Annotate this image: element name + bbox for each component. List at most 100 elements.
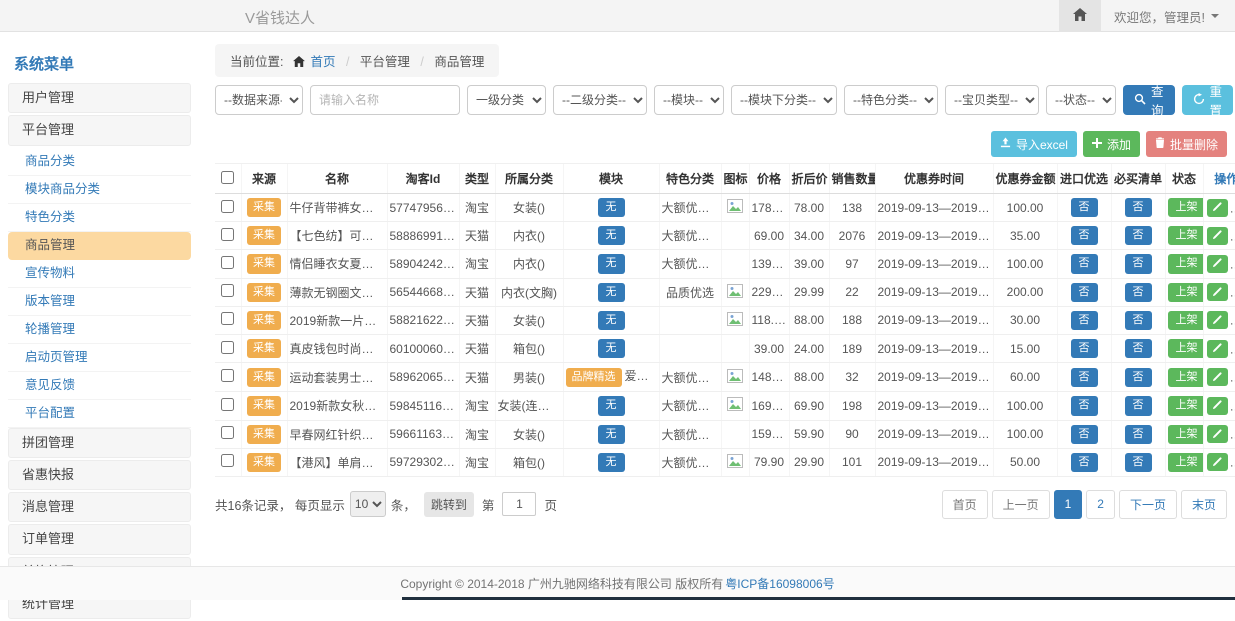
edit-icon (1212, 256, 1223, 271)
edit-icon (1212, 228, 1223, 243)
sales-count: 2076 (829, 222, 875, 250)
sidebar-item-sub[interactable]: 轮播管理 (8, 316, 191, 344)
edit-button[interactable] (1207, 425, 1228, 443)
breadcrumb-home-link[interactable]: 首页 (310, 55, 335, 69)
filter-select[interactable]: --模块-- (654, 85, 724, 115)
add-button[interactable]: 添加 (1083, 131, 1140, 157)
pagination-summary: 共16条记录， 每页显示 10 条， 跳转到 第 页 (215, 491, 557, 517)
product-name: 真皮钱包时尚优雅女士... (287, 334, 387, 362)
column-header: 折后价 (789, 164, 829, 194)
page-button[interactable]: 下一页 (1119, 490, 1177, 519)
filter-select[interactable]: --二级分类-- (553, 85, 647, 115)
import-excel-button[interactable]: 导入excel (991, 131, 1077, 157)
must-buy-badge: 否 (1125, 254, 1152, 273)
row-checkbox[interactable] (221, 312, 234, 325)
jump-page-input[interactable] (502, 492, 536, 516)
row-checkbox[interactable] (221, 369, 234, 382)
coupon-amount: 35.00 (993, 222, 1057, 250)
sidebar-item-sub[interactable]: 版本管理 (8, 288, 191, 316)
price: 178.00 (749, 194, 789, 222)
module-badge: 无 (598, 198, 625, 217)
discount-price: 29.90 (789, 448, 829, 476)
batch-delete-button[interactable]: 批量删除 (1146, 131, 1227, 157)
status-badge: 上架 (1168, 368, 1204, 387)
edit-button[interactable] (1207, 283, 1228, 301)
per-page-select[interactable]: 10 (350, 491, 386, 517)
product-name: 运动套装男士卫衣初秋... (287, 363, 387, 392)
sidebar-item-sub[interactable]: 意见反馈 (8, 372, 191, 400)
home-icon (293, 56, 305, 70)
filter-select[interactable]: 一级分类 (467, 85, 546, 115)
shop-type: 天猫 (459, 222, 495, 250)
sidebar-item-group[interactable]: 用户管理 (8, 83, 191, 113)
sidebar-item-sub[interactable]: 特色分类 (8, 204, 191, 232)
status-badge: 上架 (1168, 396, 1204, 415)
row-checkbox[interactable] (221, 454, 234, 467)
module-badge: 无 (598, 254, 625, 273)
row-checkbox[interactable] (221, 256, 234, 269)
coupon-amount: 30.00 (993, 306, 1057, 334)
row-checkbox[interactable] (221, 228, 234, 241)
icp-link[interactable]: 粤ICP备16098006号 (725, 575, 834, 592)
filter-select[interactable]: --数据来源-- (215, 85, 303, 115)
page-button[interactable]: 末页 (1181, 490, 1227, 519)
module-cell: 无 (563, 420, 659, 448)
page-button[interactable]: 首页 (942, 490, 988, 519)
page-button[interactable]: 2 (1086, 490, 1115, 519)
taoke-id: 589620659791 (387, 363, 459, 392)
page-button[interactable]: 1 (1054, 490, 1083, 519)
column-header: 操作 (1203, 164, 1235, 194)
products-table: 来源名称淘客Id类型所属分类模块特色分类图标价格折后价销售数量优惠券时间优惠券金… (215, 163, 1235, 477)
row-checkbox[interactable] (221, 426, 234, 439)
product-name: 2019新款一片式系... (287, 306, 387, 334)
shop-type: 天猫 (459, 363, 495, 392)
sidebar-item-group[interactable]: 拼团管理 (8, 428, 191, 458)
home-button[interactable] (1059, 0, 1101, 32)
reset-button[interactable]: 重置 (1182, 85, 1234, 115)
edit-button[interactable] (1207, 453, 1228, 471)
taoke-id: 596611634525 (387, 420, 459, 448)
filter-select[interactable]: --宝贝类型-- (945, 85, 1039, 115)
sidebar-item-group[interactable]: 平台管理 (8, 115, 191, 145)
row-checkbox[interactable] (221, 284, 234, 297)
sidebar-item-sub[interactable]: 商品分类 (8, 148, 191, 176)
edit-button[interactable] (1207, 340, 1228, 358)
edit-button[interactable] (1207, 255, 1228, 273)
module-cell: 品牌精选爱上运动 (563, 363, 659, 392)
icon-cell (721, 363, 749, 392)
page-button[interactable]: 上一页 (992, 490, 1050, 519)
user-menu[interactable]: 欢迎您，管理员! (1114, 7, 1219, 26)
imported-badge: 否 (1071, 396, 1098, 415)
icon-cell (721, 194, 749, 222)
row-checkbox[interactable] (221, 200, 234, 213)
sales-count: 97 (829, 250, 875, 278)
module-text: 爱上运动 (625, 369, 660, 383)
edit-button[interactable] (1207, 397, 1228, 415)
sidebar-item-sub[interactable]: 宣传物料 (8, 260, 191, 288)
row-checkbox[interactable] (221, 341, 234, 354)
row-checkbox[interactable] (221, 398, 234, 411)
sidebar-item-group[interactable]: 订单管理 (8, 524, 191, 554)
edit-button[interactable] (1207, 227, 1228, 245)
product-name: 2019新款女秋薄款... (287, 392, 387, 420)
name-search-input[interactable] (310, 85, 460, 115)
sidebar-item-group[interactable]: 省惠快报 (8, 460, 191, 490)
sidebar-item-sub[interactable]: 模块商品分类 (8, 176, 191, 204)
feature-category: 大额优惠券 (659, 448, 721, 476)
sidebar-item-group[interactable]: 消息管理 (8, 492, 191, 522)
edit-button[interactable] (1207, 368, 1228, 386)
sidebar-item-sub[interactable]: 平台配置 (8, 400, 191, 428)
sidebar-item-active[interactable]: 商品管理 (8, 232, 191, 260)
edit-icon (1212, 427, 1223, 442)
jump-button[interactable]: 跳转到 (424, 492, 474, 517)
edit-button[interactable] (1207, 311, 1228, 329)
sidebar-title: 系统菜单 (8, 42, 191, 83)
query-button[interactable]: 查询 (1123, 85, 1175, 115)
filter-select[interactable]: --模块下分类-- (731, 85, 837, 115)
icon-cell (721, 250, 749, 278)
sidebar-item-sub[interactable]: 启动页管理 (8, 344, 191, 372)
filter-select[interactable]: --特色分类-- (844, 85, 938, 115)
edit-button[interactable] (1207, 199, 1228, 217)
select-all-checkbox[interactable] (221, 171, 234, 184)
filter-select[interactable]: --状态-- (1046, 85, 1116, 115)
